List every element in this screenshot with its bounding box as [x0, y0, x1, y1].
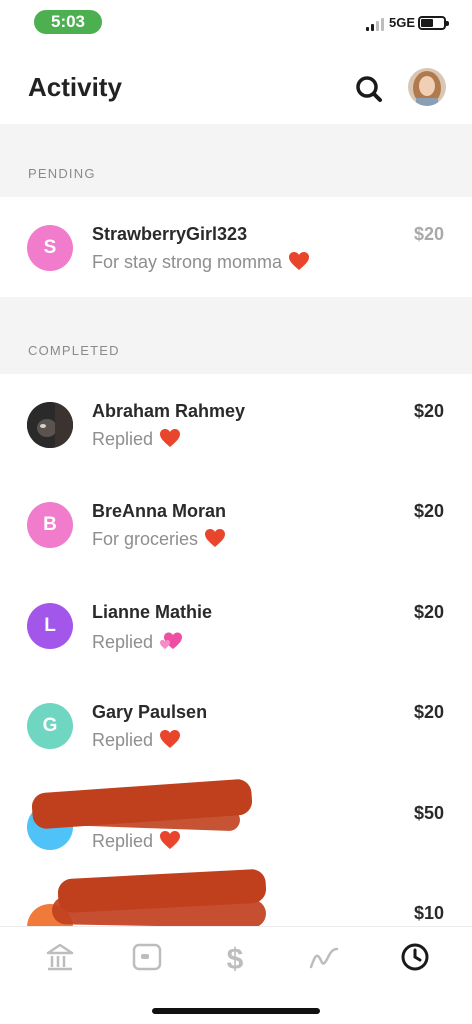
profile-avatar[interactable]	[408, 68, 446, 106]
avatar: G	[27, 703, 73, 749]
payment-amount: $20	[413, 702, 444, 722]
payment-amount: $20	[413, 401, 444, 421]
avatar: L	[27, 603, 73, 649]
payment-note: Replied	[92, 830, 181, 855]
card-icon	[132, 943, 162, 971]
contact-name: BreAnna Moran	[92, 501, 227, 521]
svg-text:$: $	[227, 943, 244, 975]
redaction-mark	[51, 896, 267, 928]
pending-label: PENDING	[28, 166, 96, 181]
tab-banking[interactable]	[40, 939, 80, 975]
status-time: 5:03	[34, 10, 102, 34]
clock-icon	[401, 943, 429, 971]
tab-pay[interactable]: $	[215, 939, 255, 976]
payment-amount: $50	[413, 803, 444, 823]
completed-section-header: COMPLETED	[0, 297, 472, 374]
header: Activity	[0, 44, 472, 124]
completed-label: COMPLETED	[28, 343, 120, 358]
sparkling-heart-icon	[159, 629, 183, 656]
status-bar: 5:03 5GE	[0, 0, 472, 44]
pending-payment-row[interactable]: S StrawberryGirl323 For stay strong momm…	[0, 197, 472, 297]
payment-amount: $20	[413, 501, 444, 521]
contact-name: Gary Paulsen	[92, 702, 208, 722]
red-heart-icon	[288, 251, 310, 276]
home-indicator[interactable]	[152, 1008, 320, 1014]
tab-investing[interactable]	[304, 939, 344, 975]
payment-note: Replied	[92, 428, 181, 453]
contact-name: Abraham Rahmey	[92, 401, 246, 421]
activity-row[interactable]: B BreAnna Moran For groceries $20	[0, 474, 472, 574]
search-button[interactable]	[352, 72, 386, 106]
payment-amount: $20	[413, 602, 444, 622]
payment-note: For groceries	[92, 528, 226, 553]
red-heart-icon	[159, 428, 181, 453]
tab-activity[interactable]	[395, 939, 435, 975]
payment-note: Replied	[92, 629, 183, 656]
payment-amount: $20	[413, 224, 444, 244]
investing-icon	[309, 947, 339, 969]
avatar	[27, 402, 73, 448]
payment-note: Replied	[92, 729, 181, 754]
battery-icon	[418, 16, 449, 30]
payment-note: For stay strong momma	[92, 251, 310, 276]
search-icon	[356, 76, 382, 102]
activity-row[interactable]: G Gary Paulsen Replied $20	[0, 675, 472, 775]
activity-row[interactable]: L Lianne Mathie Replied $20	[0, 575, 472, 675]
payer-name: StrawberryGirl323	[92, 224, 248, 244]
cat-photo-icon	[27, 402, 73, 448]
network-label: 5GE	[389, 15, 416, 30]
avatar: B	[27, 502, 73, 548]
contact-name: Lianne Mathie	[92, 602, 213, 622]
red-heart-icon	[159, 830, 181, 855]
dollar-icon: $	[227, 943, 244, 976]
profile-photo-icon	[408, 68, 446, 106]
signal-icon	[366, 17, 388, 31]
pending-section-header: PENDING	[0, 124, 472, 197]
avatar: S	[27, 225, 73, 271]
tab-card[interactable]	[127, 939, 167, 975]
bank-icon	[46, 943, 74, 971]
red-heart-icon	[159, 729, 181, 754]
payment-amount: $10	[413, 903, 444, 923]
activity-row[interactable]: Abraham Rahmey Replied $20	[0, 374, 472, 474]
red-heart-icon	[204, 528, 226, 553]
page-title: Activity	[28, 72, 122, 102]
